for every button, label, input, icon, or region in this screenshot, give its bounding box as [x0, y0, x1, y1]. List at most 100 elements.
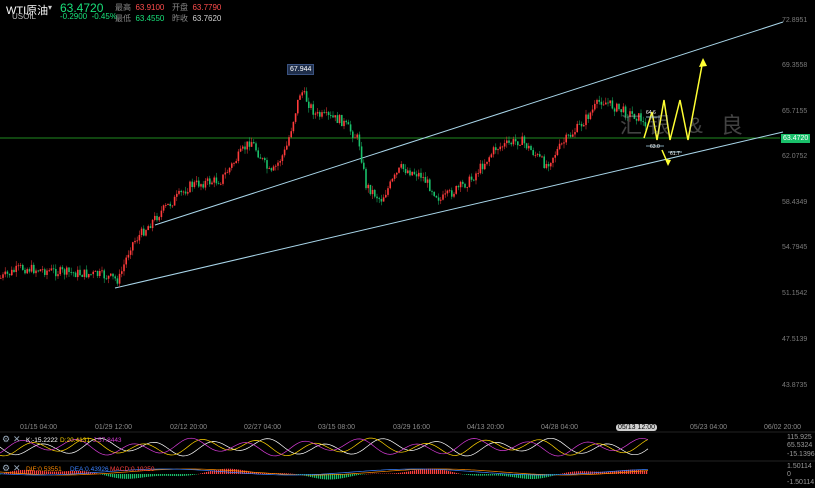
target-label-3: 61.7	[670, 151, 680, 157]
candle-body	[510, 142, 512, 145]
price-change: -0.2900 -0.45%	[60, 12, 117, 21]
candle-body	[420, 172, 422, 178]
candle-body	[334, 115, 336, 118]
candle-body	[275, 165, 277, 167]
candle-body	[431, 191, 433, 192]
candle-body	[354, 137, 356, 139]
candle-body	[552, 157, 554, 163]
macd-bar	[452, 471, 454, 474]
macd-bar	[402, 472, 404, 474]
macd-bar	[184, 474, 186, 476]
candle-body	[0, 277, 2, 279]
candle-body	[57, 274, 59, 277]
macd-bar	[564, 472, 566, 474]
candle-body	[345, 120, 347, 123]
candle-body	[237, 151, 240, 162]
macd-bar	[112, 474, 114, 478]
candle-body	[563, 142, 565, 144]
candle-body	[587, 114, 589, 119]
candle-body	[79, 269, 81, 276]
macd-bar	[64, 471, 66, 474]
peak-label: 67.944	[287, 64, 315, 75]
macd-bar	[138, 474, 140, 479]
candle-body	[169, 203, 171, 206]
macd-bar	[234, 469, 236, 474]
candle-body	[338, 114, 341, 124]
candle-body	[316, 112, 319, 114]
symbol-dropdown-icon[interactable]: ▾	[48, 3, 52, 12]
candle-body	[347, 122, 350, 125]
candle-body	[448, 190, 451, 192]
candle-body	[213, 177, 215, 183]
candle-body	[294, 113, 297, 122]
macd-bar	[230, 468, 232, 474]
macd-value: MACD:0.19250	[110, 466, 155, 473]
channel-lower-line[interactable]	[114, 131, 784, 289]
macd-bar	[440, 469, 442, 474]
macd-bar	[562, 473, 564, 474]
candle-body	[517, 141, 519, 146]
candle-body	[468, 176, 471, 188]
candle-body	[404, 169, 407, 174]
time-axis-label: 05/23 04:00	[690, 424, 727, 431]
candle-body	[4, 271, 6, 275]
candle-body	[319, 112, 321, 117]
ind2-axis-mid: 0	[787, 471, 791, 478]
indicator1-close-icon[interactable]: ✕	[13, 434, 21, 445]
candle-body	[127, 254, 130, 258]
candle-body	[565, 134, 567, 143]
macd-bar	[482, 474, 484, 476]
macd-bar	[170, 474, 172, 476]
macd-bar	[104, 474, 106, 476]
candle-body	[376, 196, 378, 199]
price-chart[interactable]	[0, 0, 815, 488]
candle-body	[268, 168, 270, 169]
candle-body	[363, 162, 365, 169]
macd-bar	[418, 469, 420, 474]
candle-body	[303, 91, 306, 93]
macd-bar	[176, 474, 178, 477]
candle-body	[437, 197, 440, 201]
ind1-axis-mid: 65.5324	[787, 442, 813, 449]
candle-body	[369, 184, 372, 195]
macd-bar	[102, 474, 104, 475]
macd-bar	[394, 473, 396, 474]
candle-body	[134, 240, 136, 243]
candle-body	[503, 143, 506, 147]
indicator2-settings-icon[interactable]: ⚙	[2, 463, 10, 474]
candle-body	[495, 147, 497, 151]
indicator2-close-icon[interactable]: ✕	[13, 463, 21, 474]
candle-body	[63, 269, 66, 275]
candle-body	[74, 272, 77, 278]
candle-body	[411, 171, 413, 176]
candle-body	[462, 181, 464, 184]
candle-body	[470, 176, 473, 180]
candle-body	[343, 120, 345, 127]
candle-body	[488, 157, 490, 162]
candle-body	[519, 145, 521, 146]
macd-bar	[466, 474, 468, 475]
candle-body	[158, 217, 160, 221]
candle-body	[94, 270, 97, 272]
candlestick-series[interactable]	[0, 87, 647, 287]
candle-body	[569, 134, 572, 137]
macd-bar	[168, 474, 170, 476]
candle-body	[121, 271, 123, 274]
ind1-axis-top: 115.925	[787, 434, 812, 441]
indicator1-settings-icon[interactable]: ⚙	[2, 434, 10, 445]
macd-bar	[186, 474, 188, 476]
candle-body	[481, 163, 484, 170]
macd-bar	[182, 474, 184, 476]
candle-body	[545, 164, 548, 169]
candle-body	[497, 149, 499, 151]
macd-bar	[124, 474, 126, 479]
macd-bar	[350, 474, 352, 477]
candle-body	[167, 203, 169, 206]
time-axis-label: 06/02 20:00	[764, 424, 801, 431]
candle-body	[68, 267, 70, 273]
candle-body	[90, 274, 92, 275]
last-price-tag: 63.4720	[781, 134, 811, 143]
candle-body	[433, 191, 435, 196]
macd-bar	[108, 474, 110, 477]
candle-body	[46, 270, 48, 275]
